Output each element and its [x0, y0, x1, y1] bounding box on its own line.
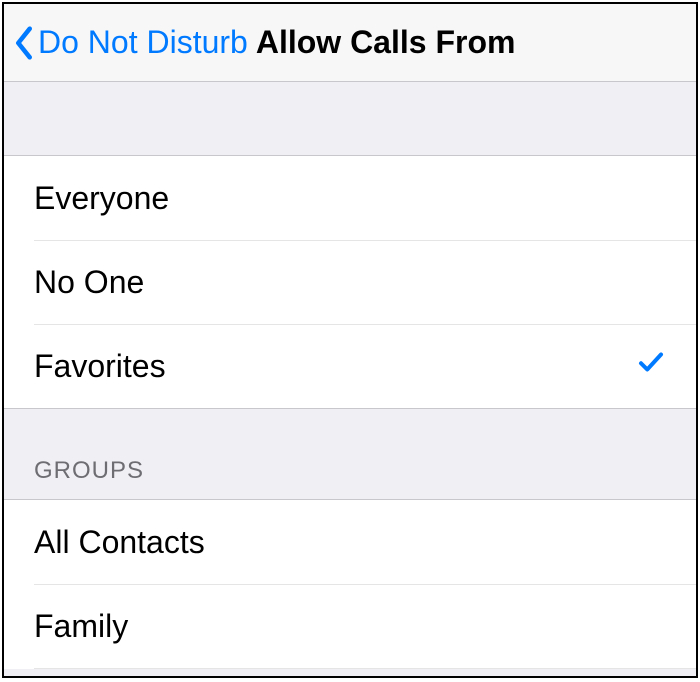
option-label: Favorites	[34, 348, 166, 385]
option-favorites[interactable]: Favorites	[4, 324, 696, 408]
groups-header: GROUPS	[4, 409, 696, 500]
checkmark-icon	[636, 347, 666, 385]
section-spacer	[4, 82, 696, 156]
back-label: Do Not Disturb	[38, 24, 248, 61]
page-title: Allow Calls From	[256, 24, 516, 61]
chevron-left-icon	[14, 25, 34, 61]
back-button[interactable]: Do Not Disturb	[14, 24, 248, 61]
row-separator	[34, 668, 696, 669]
group-all-contacts[interactable]: All Contacts	[4, 500, 696, 584]
option-no-one[interactable]: No One	[4, 240, 696, 324]
option-everyone[interactable]: Everyone	[4, 156, 696, 240]
allow-calls-list: Everyone No One Favorites	[4, 156, 696, 409]
nav-bar: Do Not Disturb Allow Calls From	[4, 4, 696, 82]
group-family[interactable]: Family	[4, 584, 696, 668]
group-label: Family	[34, 608, 128, 645]
groups-list: All Contacts Family	[4, 500, 696, 669]
group-label: All Contacts	[34, 524, 205, 561]
option-label: Everyone	[34, 180, 169, 217]
option-label: No One	[34, 264, 144, 301]
